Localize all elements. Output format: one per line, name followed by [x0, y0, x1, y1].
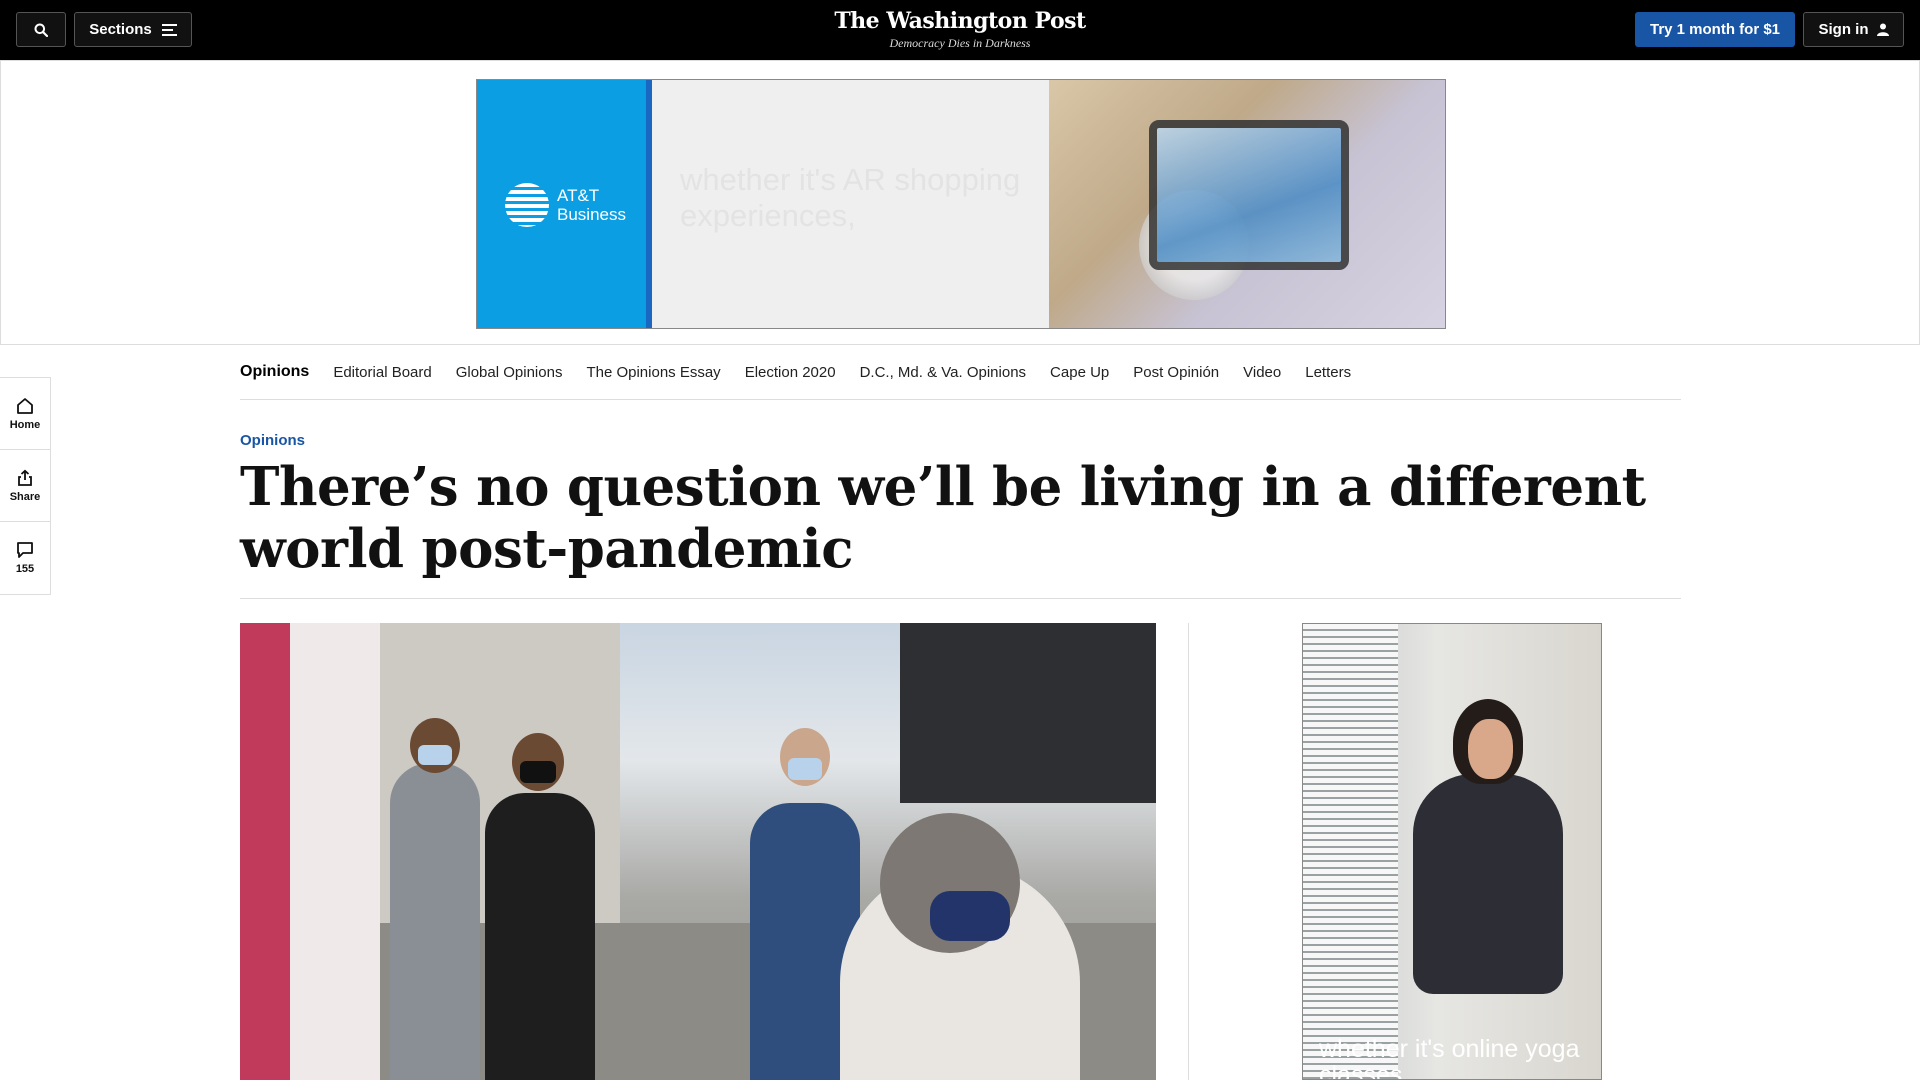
photo-mask-3 — [788, 758, 822, 780]
search-icon — [34, 23, 48, 37]
ad-model-body — [1413, 774, 1563, 994]
menu-icon — [161, 23, 177, 36]
ad-tablet-shape — [1149, 120, 1349, 270]
article-kicker[interactable]: Opinions — [240, 432, 305, 449]
lead-photo — [240, 623, 1156, 1080]
sections-label: Sections — [89, 21, 152, 38]
ad-brand-panel: AT&T Business — [477, 80, 652, 328]
nav-item-election-2020[interactable]: Election 2020 — [745, 364, 836, 381]
ad-window-blinds — [1303, 624, 1398, 1079]
nav-item-cape-up[interactable]: Cape Up — [1050, 364, 1109, 381]
headline-divider — [240, 598, 1681, 599]
photo-mask-4 — [930, 891, 1010, 941]
share-icon — [18, 469, 32, 486]
sign-in-button[interactable]: Sign in — [1803, 12, 1904, 47]
user-icon — [1876, 23, 1889, 36]
comments-button[interactable]: 155 — [0, 522, 50, 594]
photo-storefront — [240, 623, 380, 1080]
nav-item-post-opinion[interactable]: Post Opinión — [1133, 364, 1219, 381]
home-label: Home — [9, 418, 41, 431]
site-tagline: Democracy Dies in Darkness — [889, 36, 1031, 50]
article-headline: There’s no question we’ll be living in a… — [240, 456, 1646, 580]
photo-mask-1 — [418, 745, 452, 765]
share-label: Share — [9, 490, 41, 503]
nav-item-letters[interactable]: Letters — [1305, 364, 1351, 381]
opinions-section-nav: Opinions Editorial Board Global Opinions… — [240, 345, 1681, 400]
nav-item-opinions-essay[interactable]: The Opinions Essay — [586, 364, 720, 381]
nav-item-global-opinions[interactable]: Global Opinions — [456, 364, 563, 381]
ad-message-panel: whether it's AR shopping experiences, — [652, 80, 1049, 328]
site-logo[interactable]: The Washington Post — [760, 6, 1160, 36]
top-ad-slot: AT&T Business whether it's AR shopping e… — [0, 60, 1920, 345]
ad-image — [1049, 80, 1445, 328]
photo-person-1 — [390, 763, 480, 1080]
home-icon — [17, 397, 33, 414]
att-ad-banner[interactable]: AT&T Business whether it's AR shopping e… — [476, 79, 1446, 329]
masthead[interactable]: The Washington Post Democracy Dies in Da… — [760, 6, 1160, 50]
att-globe-icon — [505, 183, 549, 227]
side-ad[interactable]: whether it's online yoga classes, — [1302, 623, 1602, 1080]
nav-item-editorial-board[interactable]: Editorial Board — [333, 364, 431, 381]
ad-brand-text: AT&T Business — [557, 186, 626, 224]
nav-item-video[interactable]: Video — [1243, 364, 1281, 381]
ad-message: whether it's AR shopping experiences, — [680, 162, 1021, 233]
photo-mask-2 — [520, 761, 556, 783]
column-divider — [1188, 623, 1189, 1080]
ad-model-face — [1468, 719, 1513, 779]
nav-item-dc-md-va-opinions[interactable]: D.C., Md. & Va. Opinions — [860, 364, 1026, 381]
search-button[interactable] — [16, 12, 66, 47]
comment-icon — [17, 542, 33, 558]
photo-person-2 — [485, 793, 595, 1080]
side-ad-message: whether it's online yoga classes, — [1319, 1035, 1580, 1080]
ad-brand-line2: Business — [557, 205, 626, 224]
comments-count: 155 — [15, 563, 35, 575]
left-action-rail: Home Share 155 — [0, 377, 51, 595]
sign-in-label: Sign in — [1818, 21, 1869, 38]
sections-button[interactable]: Sections — [74, 12, 192, 47]
ad-brand-line1: AT&T — [557, 186, 600, 205]
subscribe-button[interactable]: Try 1 month for $1 — [1635, 12, 1795, 47]
home-button[interactable]: Home — [0, 378, 50, 450]
photo-tower — [900, 623, 1156, 803]
site-header: Sections The Washington Post Democracy D… — [0, 0, 1920, 60]
nav-item-opinions[interactable]: Opinions — [240, 363, 309, 381]
share-button[interactable]: Share — [0, 450, 50, 522]
